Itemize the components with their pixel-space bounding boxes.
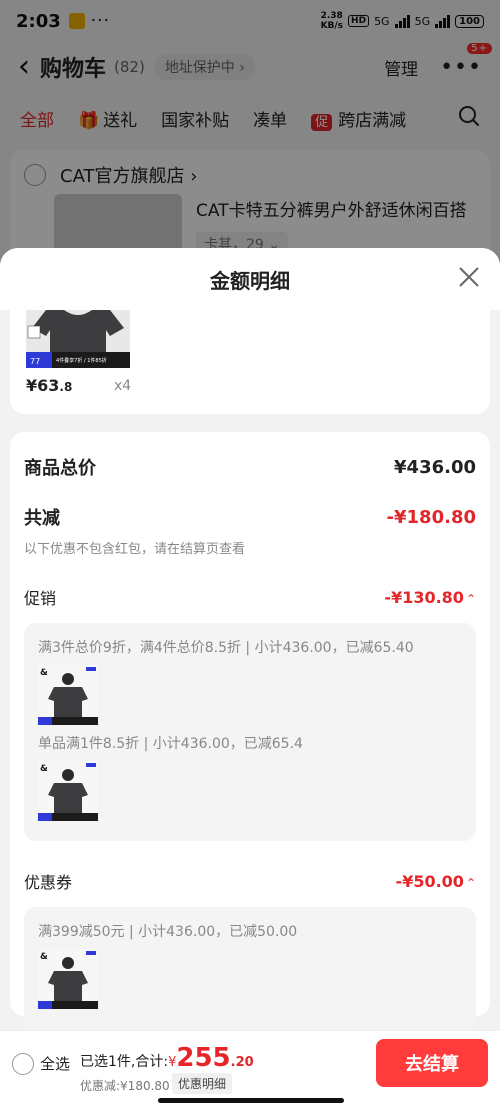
reduce-label: 共减 (24, 508, 60, 529)
coupon-section-header[interactable]: 优惠券 -¥50.00 ⌃ (24, 869, 476, 893)
sheet-title: 金额明细 (210, 268, 290, 293)
promo-product-thumb-2[interactable]: & (38, 761, 98, 821)
promo-rule-2: 单品满1件8.5折 | 小计436.00，已减65.4 (38, 736, 303, 752)
select-all-radio[interactable] (12, 1053, 34, 1075)
coupon-label: 优惠券 (24, 873, 73, 892)
discount-amount: 优惠减:¥180.80 (80, 1079, 170, 1093)
item-price: ¥63.8 (26, 376, 73, 395)
amount-detail-sheet: 金额明细 77 4件叠享7折 / 1件85折 ¥63.8 x4 商品总价 ¥43… (0, 248, 500, 1111)
total-value: ¥436.00 (394, 456, 476, 478)
product-thumbnail[interactable]: 77 4件叠享7折 / 1件85折 (26, 310, 130, 368)
svg-text:&: & (40, 952, 48, 962)
promo-rule-1: 满3件总价9折，满4件总价8.5折 | 小计436.00，已减65.40 (38, 640, 414, 656)
coupon-product-thumb[interactable]: & (38, 949, 98, 1009)
total-label: 商品总价 (24, 458, 96, 479)
chevron-up-icon: ⌃ (465, 875, 476, 890)
svg-text:&: & (40, 764, 48, 774)
coupon-details: 满399减50元 | 小计436.00，已减50.00 & (24, 907, 476, 1029)
home-indicator[interactable] (158, 1098, 344, 1103)
close-icon[interactable] (456, 264, 482, 290)
total-row: 商品总价 ¥436.00 (24, 432, 476, 480)
promo-product-thumb-1[interactable]: & (38, 665, 98, 725)
reduce-row: 共减 -¥180.80 (24, 504, 476, 530)
discount-note: 以下优惠不包含红包，请在结算页查看 (24, 542, 246, 557)
item-card: 77 4件叠享7折 / 1件85折 ¥63.8 x4 (10, 310, 490, 414)
coupon-value: -¥50.00 ⌃ (395, 871, 476, 891)
promo-section-header[interactable]: 促销 -¥130.80 ⌃ (24, 585, 476, 609)
sheet-header: 金额明细 (0, 248, 500, 310)
reduce-value: -¥180.80 (386, 506, 476, 528)
svg-text:77: 77 (30, 357, 40, 366)
amount-breakdown-card: 商品总价 ¥436.00 共减 -¥180.80 以下优惠不包含红包，请在结算页… (10, 432, 490, 1029)
item-quantity: x4 (114, 378, 132, 394)
checkout-button[interactable]: 去结算 (376, 1039, 488, 1087)
promo-value: -¥130.80 ⌃ (384, 587, 476, 607)
svg-text:&: & (40, 668, 48, 678)
chevron-up-icon: ⌃ (465, 591, 476, 606)
promo-details: 满3件总价9折，满4件总价8.5折 | 小计436.00，已减65.40 & 单… (24, 623, 476, 841)
svg-text:4件叠享7折 / 1件85折: 4件叠享7折 / 1件85折 (56, 357, 107, 364)
total-price: 255 (176, 1043, 231, 1073)
promo-label: 促销 (24, 589, 57, 608)
order-summary: 已选1件,合计: ¥ 255 .20 (80, 1043, 254, 1073)
select-all-label[interactable]: 全选 (40, 1053, 70, 1074)
coupon-rule-1: 满399减50元 | 小计436.00，已减50.00 (38, 924, 298, 940)
discount-detail-button[interactable]: 优惠明细 (172, 1073, 233, 1094)
